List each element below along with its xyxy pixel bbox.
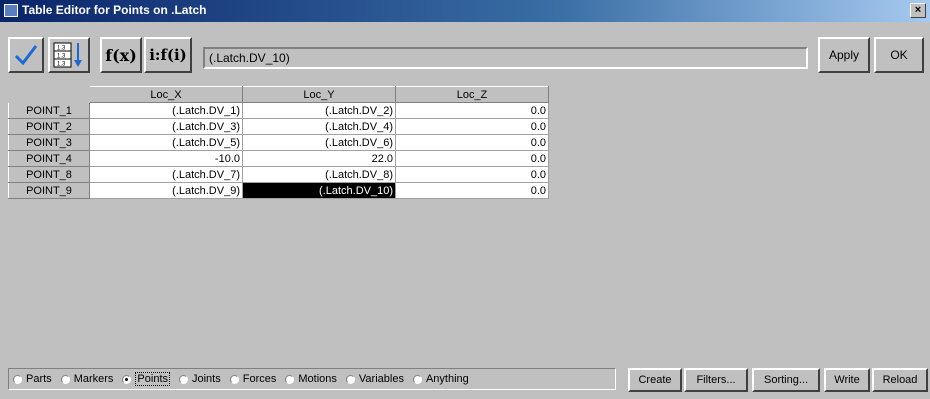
table-cell[interactable]: 0.0: [395, 182, 549, 199]
radio-label[interactable]: Motions: [298, 373, 337, 385]
table-cell[interactable]: (.Latch.DV_4): [242, 118, 396, 135]
table-cell[interactable]: 0.0: [395, 166, 549, 183]
points-table: Loc_X Loc_Y Loc_Z POINT_1 (.Latch.DV_1) …: [8, 86, 549, 199]
row-header[interactable]: POINT_2: [8, 118, 90, 135]
sort-table-button[interactable]: 1.3 1.3 1.3: [48, 37, 90, 73]
ok-button[interactable]: OK: [874, 37, 924, 73]
row-header[interactable]: POINT_8: [8, 166, 90, 183]
entity-filter-radio-group: Parts Markers Points Joints Forces Motio…: [8, 368, 616, 390]
radio-button[interactable]: [285, 374, 295, 384]
svg-text:1.3: 1.3: [57, 54, 66, 60]
table-cell[interactable]: 0.0: [395, 118, 549, 135]
sorting-button[interactable]: Sorting...: [752, 368, 820, 392]
radio-anything[interactable]: Anything: [412, 373, 469, 385]
table-cell[interactable]: (.Latch.DV_5): [89, 134, 243, 151]
checkmark-icon: [14, 45, 38, 66]
radio-parts[interactable]: Parts: [13, 373, 52, 385]
selected-table-cell[interactable]: (.Latch.DV_10): [242, 182, 396, 199]
column-header-loc-z[interactable]: Loc_Z: [395, 86, 549, 103]
reload-button[interactable]: Reload: [872, 368, 928, 392]
row-header[interactable]: POINT_4: [8, 150, 90, 167]
row-header[interactable]: POINT_9: [8, 182, 90, 199]
table-row: POINT_8 (.Latch.DV_7) (.Latch.DV_8) 0.0: [8, 166, 549, 183]
row-header[interactable]: POINT_3: [8, 134, 90, 151]
radio-button[interactable]: [60, 374, 70, 384]
function-builder-button[interactable]: f(x): [100, 37, 142, 73]
filters-button[interactable]: Filters...: [684, 368, 748, 392]
table-corner: [8, 86, 90, 103]
table-cell[interactable]: (.Latch.DV_7): [89, 166, 243, 183]
table-row: POINT_2 (.Latch.DV_3) (.Latch.DV_4) 0.0: [8, 118, 549, 135]
radio-variables[interactable]: Variables: [345, 373, 404, 385]
radio-label[interactable]: Variables: [359, 373, 404, 385]
radio-forces[interactable]: Forces: [229, 373, 277, 385]
create-button[interactable]: Create: [628, 368, 682, 392]
svg-text:1.3: 1.3: [57, 62, 66, 68]
table-row: POINT_3 (.Latch.DV_5) (.Latch.DV_6) 0.0: [8, 134, 549, 151]
table-cell[interactable]: 22.0: [242, 150, 396, 167]
table-cell[interactable]: (.Latch.DV_1): [89, 102, 243, 119]
table-row: POINT_9 (.Latch.DV_9) (.Latch.DV_10) 0.0: [8, 182, 549, 199]
table-cell[interactable]: -10.0: [89, 150, 243, 167]
table-cell[interactable]: 0.0: [395, 150, 549, 167]
radio-label[interactable]: Joints: [192, 373, 221, 385]
radio-motions[interactable]: Motions: [285, 373, 337, 385]
table-row: POINT_4 -10.0 22.0 0.0: [8, 150, 549, 167]
table-cell[interactable]: (.Latch.DV_6): [242, 134, 396, 151]
table-sort-icon: 1.3 1.3 1.3: [53, 42, 82, 68]
table-header-row: Loc_X Loc_Y Loc_Z: [8, 86, 549, 103]
column-header-loc-x[interactable]: Loc_X: [89, 86, 243, 103]
svg-text:1.3: 1.3: [57, 46, 66, 52]
radio-button[interactable]: [229, 374, 239, 384]
radio-label[interactable]: Forces: [243, 373, 277, 385]
radio-markers[interactable]: Markers: [60, 373, 114, 385]
table-cell[interactable]: (.Latch.DV_8): [242, 166, 396, 183]
table-cell[interactable]: (.Latch.DV_3): [89, 118, 243, 135]
table-cell[interactable]: 0.0: [395, 102, 549, 119]
radio-label[interactable]: Anything: [426, 373, 469, 385]
radio-label[interactable]: Points: [135, 372, 170, 386]
row-header[interactable]: POINT_1: [8, 102, 90, 119]
window-title: Table Editor for Points on .Latch: [22, 3, 207, 17]
radio-button[interactable]: [412, 374, 422, 384]
radio-button[interactable]: [345, 374, 355, 384]
indexed-function-button[interactable]: i:f(i): [144, 37, 192, 73]
radio-joints[interactable]: Joints: [179, 373, 221, 385]
table-cell[interactable]: 0.0: [395, 134, 549, 151]
radio-label[interactable]: Markers: [74, 373, 114, 385]
apply-button[interactable]: Apply: [818, 37, 870, 73]
radio-button[interactable]: [13, 374, 22, 384]
verify-button[interactable]: [8, 37, 44, 73]
radio-label[interactable]: Parts: [26, 373, 52, 385]
title-bar: Table Editor for Points on .Latch ×: [0, 0, 930, 22]
window-icon: [4, 4, 18, 17]
write-button[interactable]: Write: [824, 368, 870, 392]
radio-button[interactable]: [179, 374, 188, 384]
toolbar: 1.3 1.3 1.3 f(x) i:f(i) (.Latch.DV_10) A…: [8, 37, 924, 77]
column-header-loc-y[interactable]: Loc_Y: [242, 86, 396, 103]
radio-points[interactable]: Points: [122, 372, 170, 386]
table-cell[interactable]: (.Latch.DV_9): [89, 182, 243, 199]
radio-button-selected[interactable]: [122, 374, 132, 384]
expression-input[interactable]: (.Latch.DV_10): [203, 47, 808, 69]
close-button[interactable]: ×: [910, 3, 926, 18]
table-row: POINT_1 (.Latch.DV_1) (.Latch.DV_2) 0.0: [8, 102, 549, 119]
table-cell[interactable]: (.Latch.DV_2): [242, 102, 396, 119]
